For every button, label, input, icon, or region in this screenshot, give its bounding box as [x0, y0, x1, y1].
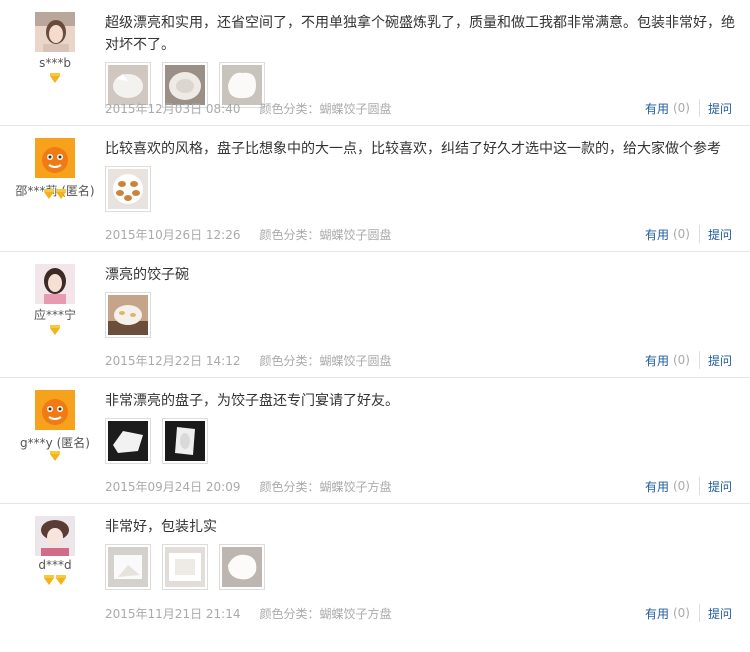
useful-count: (0): [672, 479, 690, 493]
useful-button[interactable]: 有用: [645, 605, 669, 622]
review-date: 2015年10月26日 12:26: [105, 228, 241, 242]
user-name[interactable]: s***b: [0, 56, 110, 70]
action-divider: [698, 604, 700, 622]
user-level-badges: [0, 451, 110, 464]
review-photo-thumbnail[interactable]: [105, 544, 151, 590]
review-item: g***y (匿名) 非常漂亮的盘子，为饺子盘还专门宴请了好友。 2015年09…: [0, 378, 750, 504]
review-meta: 2015年09月24日 20:09 颜色分类：蝴蝶饺子方盘: [105, 478, 392, 495]
review-actions: 有用 (0) 提问: [645, 351, 732, 369]
review-comment: 漂亮的饺子碗: [105, 267, 189, 283]
review-comment: 比较喜欢的风格，盘子比想象中的大一点，比较喜欢，纠结了好久才选中这一款的，给大家…: [105, 141, 721, 157]
avatar[interactable]: [35, 390, 75, 430]
review-comment: 超级漂亮和实用，还省空间了，不用单独拿个碗盛炼乳了，质量和做工我都非常满意。包装…: [105, 15, 735, 53]
useful-count: (0): [672, 227, 690, 241]
action-divider: [698, 351, 700, 369]
review-comment: 非常漂亮的盘子，为饺子盘还专门宴请了好友。: [105, 393, 399, 409]
review-photos: [105, 166, 162, 212]
review-actions: 有用 (0) 提问: [645, 99, 732, 117]
avatar-photo-icon: [35, 516, 75, 556]
avatar[interactable]: [35, 264, 75, 304]
review-photos: [105, 292, 162, 338]
product-spec: 颜色分类：蝴蝶饺子方盘: [259, 480, 392, 494]
review-photo-thumbnail[interactable]: [105, 292, 151, 338]
plate-photo-icon: [165, 65, 205, 105]
ask-button[interactable]: 提问: [708, 226, 732, 243]
useful-button[interactable]: 有用: [645, 478, 669, 495]
avatar-photo-icon: [35, 12, 75, 52]
diamond-badge-icon: [56, 189, 66, 199]
ask-button[interactable]: 提问: [708, 605, 732, 622]
user-name[interactable]: 应***宁: [0, 306, 110, 323]
review-item: 邵***莉 (匿名) 比较喜欢的风格，盘子比想象中的大一点，比较喜欢，纠结了好久…: [0, 126, 750, 252]
diamond-badge-icon: [44, 189, 54, 199]
useful-button[interactable]: 有用: [645, 100, 669, 117]
plate-photo-icon: [108, 295, 148, 335]
review-meta: 2015年11月21日 21:14 颜色分类：蝴蝶饺子方盘: [105, 605, 392, 622]
review-comment: 非常好，包装扎实: [105, 519, 217, 535]
product-spec: 颜色分类：蝴蝶饺子圆盘: [259, 354, 392, 368]
review-actions: 有用 (0) 提问: [645, 604, 732, 622]
plate-photo-icon: [222, 65, 262, 105]
product-spec: 颜色分类：蝴蝶饺子方盘: [259, 607, 392, 621]
action-divider: [698, 99, 700, 117]
user-level-badges: [0, 575, 110, 588]
diamond-badge-icon: [44, 575, 54, 585]
review-item: d***d 非常好，包装扎实 2015年11月21日 21:14 颜色分类：蝴蝶…: [0, 504, 750, 630]
user-level-badges: [0, 73, 110, 86]
review-date: 2015年12月03日 08:40: [105, 102, 241, 116]
anonymous-mascot-icon: [35, 138, 75, 178]
review-item: s***b 超级漂亮和实用，还省空间了，不用单独拿个碗盛炼乳了，质量和做工我都非…: [0, 0, 750, 126]
anonymous-mascot-icon: [35, 390, 75, 430]
review-item: 应***宁 漂亮的饺子碗 2015年12月22日 14:12 颜色分类：蝴蝶饺子圆…: [0, 252, 750, 378]
action-divider: [698, 225, 700, 243]
review-photo-thumbnail[interactable]: [162, 544, 208, 590]
plate-photo-icon: [222, 547, 262, 587]
useful-button[interactable]: 有用: [645, 352, 669, 369]
plate-photo-icon: [165, 421, 205, 461]
review-actions: 有用 (0) 提问: [645, 477, 732, 495]
review-meta: 2015年12月03日 08:40 颜色分类：蝴蝶饺子圆盘: [105, 100, 392, 117]
diamond-badge-icon: [50, 451, 60, 461]
review-photo-thumbnail[interactable]: [105, 166, 151, 212]
diamond-badge-icon: [50, 325, 60, 335]
user-level-badges: [0, 189, 110, 202]
ask-button[interactable]: 提问: [708, 100, 732, 117]
plate-photo-icon: [108, 421, 148, 461]
review-photo-thumbnail[interactable]: [162, 418, 208, 464]
review-date: 2015年11月21日 21:14: [105, 607, 241, 621]
review-actions: 有用 (0) 提问: [645, 225, 732, 243]
useful-count: (0): [672, 606, 690, 620]
user-name[interactable]: g***y (匿名): [0, 434, 110, 451]
diamond-badge-icon: [50, 73, 60, 83]
review-date: 2015年12月22日 14:12: [105, 354, 241, 368]
plate-photo-icon: [108, 547, 148, 587]
review-meta: 2015年10月26日 12:26 颜色分类：蝴蝶饺子圆盘: [105, 226, 392, 243]
ask-button[interactable]: 提问: [708, 352, 732, 369]
plate-photo-icon: [165, 547, 205, 587]
review-photos: [105, 418, 219, 464]
useful-count: (0): [672, 353, 690, 367]
ask-button[interactable]: 提问: [708, 478, 732, 495]
avatar[interactable]: [35, 516, 75, 556]
review-list: s***b 超级漂亮和实用，还省空间了，不用单独拿个碗盛炼乳了，质量和做工我都非…: [0, 0, 750, 630]
plate-photo-icon: [108, 169, 148, 209]
user-level-badges: [0, 325, 110, 338]
review-date: 2015年09月24日 20:09: [105, 480, 241, 494]
review-photos: [105, 544, 276, 590]
user-name[interactable]: d***d: [0, 558, 110, 572]
review-photo-thumbnail[interactable]: [219, 544, 265, 590]
diamond-badge-icon: [56, 575, 66, 585]
product-spec: 颜色分类：蝴蝶饺子圆盘: [259, 228, 392, 242]
avatar-photo-icon: [35, 264, 75, 304]
avatar[interactable]: [35, 12, 75, 52]
avatar[interactable]: [35, 138, 75, 178]
plate-photo-icon: [108, 65, 148, 105]
review-meta: 2015年12月22日 14:12 颜色分类：蝴蝶饺子圆盘: [105, 352, 392, 369]
useful-count: (0): [672, 101, 690, 115]
product-spec: 颜色分类：蝴蝶饺子圆盘: [259, 102, 392, 116]
review-photo-thumbnail[interactable]: [105, 418, 151, 464]
useful-button[interactable]: 有用: [645, 226, 669, 243]
action-divider: [698, 477, 700, 495]
